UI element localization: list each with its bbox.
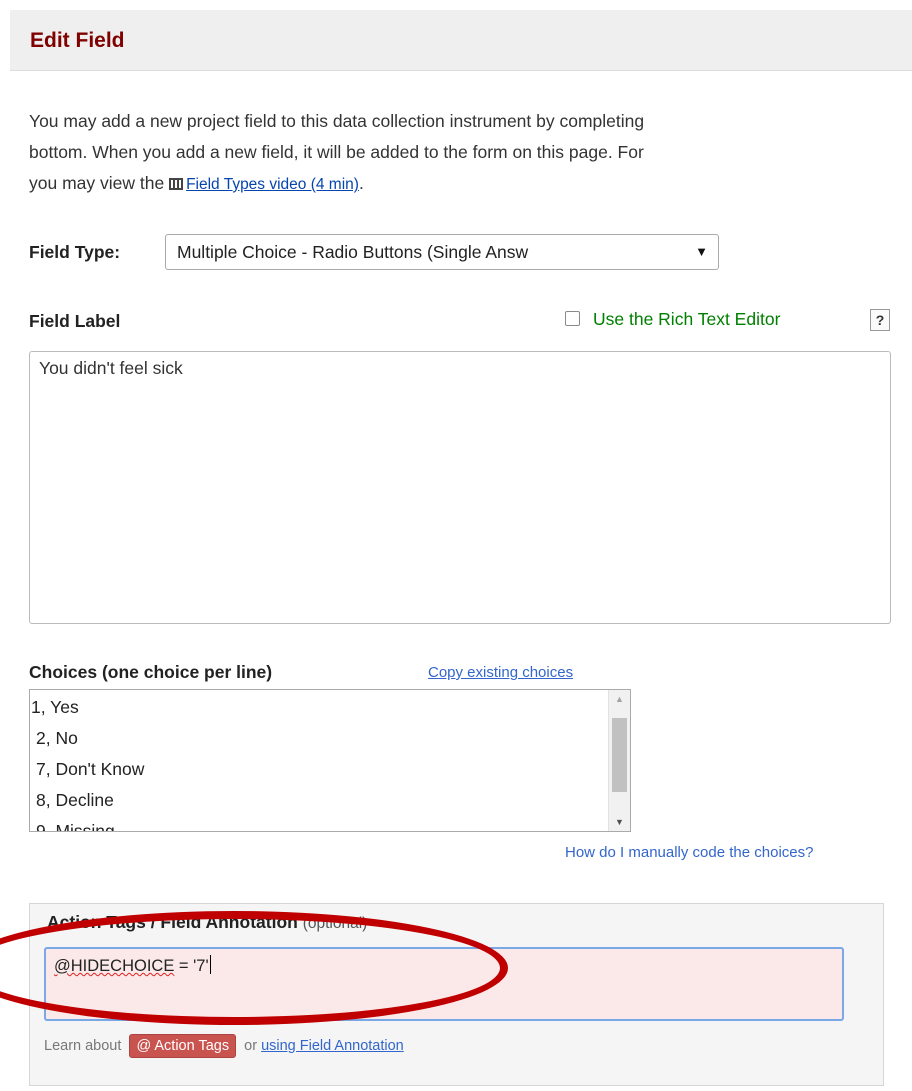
rich-text-editor-checkbox[interactable] [565,311,580,326]
rich-text-help-button[interactable]: ? [870,309,890,331]
or-label: or [244,1037,258,1054]
field-label-textarea[interactable]: You didn't feel sick [29,351,891,624]
choice-line: 9, Missing [36,821,115,832]
scrollbar-thumb[interactable] [612,718,627,792]
dialog-title: Edit Field [30,29,125,52]
choice-line: 1, Yes [31,697,79,717]
text-caret [209,955,211,974]
rich-text-editor-label[interactable]: Use the Rich Text Editor [593,309,780,330]
choices-heading: Choices (one choice per line) [29,662,273,682]
manual-code-choices-link[interactable]: How do I manually code the choices? [565,844,813,861]
intro-line-2: bottom. When you add a new field, it wil… [29,142,644,162]
intro-line-1: You may add a new project field to this … [29,111,645,131]
field-label-value: You didn't feel sick [39,358,183,378]
scroll-down-arrow-icon[interactable]: ▼ [609,813,630,831]
field-label-heading: Field Label [29,311,121,331]
action-tags-heading-text: Action Tags / Field Annotation [47,912,298,932]
film-icon [169,178,184,190]
field-type-selected-value: Multiple Choice - Radio Buttons (Single … [177,242,529,262]
intro-line-3: you may view the Field Types video (4 mi… [29,168,912,200]
choices-list: 1, Yes 2, No 7, Don't Know 8, Decline 9,… [30,692,145,832]
field-types-video-link[interactable]: Field Types video (4 min) [186,176,359,193]
edit-field-page: Edit Field You may add a new project fie… [0,0,912,1091]
intro-text: You may add a new project field to this … [29,106,912,200]
action-tag-value: @HIDECHOICE [54,957,175,975]
optional-label: (optional) [302,915,368,932]
intro-line-3-suffix: . [358,173,364,193]
field-type-select[interactable]: Multiple Choice - Radio Buttons (Single … [165,234,719,270]
action-tags-input[interactable]: @HIDECHOICE = '7' [44,947,844,1021]
choice-line: 8, Decline [36,790,114,810]
dialog-header: Edit Field [10,10,912,71]
field-annotation-link[interactable]: using Field Annotation [261,1038,404,1054]
scroll-up-arrow-icon[interactable]: ▲ [609,690,630,708]
choice-line: 7, Don't Know [36,759,145,779]
field-type-label: Field Type: [29,242,121,262]
learn-about-row: Learn about @ Action Tags or using Field… [44,1034,404,1058]
action-tags-heading: Action Tags / Field Annotation (optional… [47,912,367,933]
dropdown-arrow-icon: ▼ [689,235,708,269]
action-tag-value-rest: = '7' [174,957,209,975]
choice-line: 2, No [36,728,78,748]
learn-about-label: Learn about [44,1037,122,1054]
action-tags-button[interactable]: @ Action Tags [129,1034,237,1058]
choices-scrollbar[interactable]: ▲ ▼ [608,690,630,831]
copy-existing-choices-link[interactable]: Copy existing choices [428,664,573,681]
choices-textarea[interactable]: 1, Yes 2, No 7, Don't Know 8, Decline 9,… [29,689,631,832]
action-tags-panel: Action Tags / Field Annotation (optional… [29,903,884,1086]
intro-line-3-prefix: you may view the [29,173,165,193]
